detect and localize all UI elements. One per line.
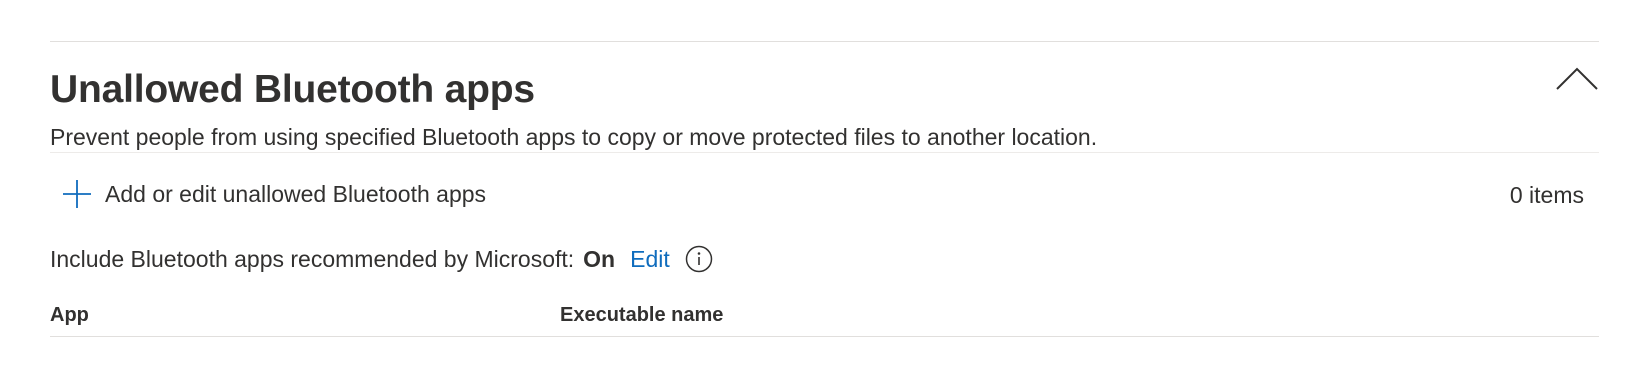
section-title: Unallowed Bluetooth apps [50,68,535,111]
chevron-up-icon [1556,67,1598,90]
section-description: Prevent people from using specified Blue… [50,124,1098,150]
description-divider [50,152,1599,153]
edit-recommended-link[interactable]: Edit [630,246,670,273]
add-edit-unallowed-apps-button[interactable]: Add or edit unallowed Bluetooth apps [62,174,486,214]
column-header-app[interactable]: App [50,304,89,327]
item-count: 0 items [1509,182,1584,208]
recommended-status: On [583,245,616,272]
collapse-section-button[interactable] [1555,64,1599,94]
apps-table-header: App Executable name [50,300,1599,337]
column-header-executable-name[interactable]: Executable name [560,304,723,327]
plus-icon [63,180,91,208]
apps-toolbar: Add or edit unallowed Bluetooth apps 0 i… [50,174,1599,214]
section-top-divider [50,41,1599,42]
add-button-label: Add or edit unallowed Bluetooth apps [105,180,487,207]
recommended-apps-setting: Include Bluetooth apps recommended by Mi… [50,241,713,277]
info-icon[interactable] [685,245,713,273]
unallowed-bluetooth-apps-section: Unallowed Bluetooth apps Prevent people … [0,0,1650,376]
recommended-label: Include Bluetooth apps recommended by Mi… [50,245,575,272]
section-header: Unallowed Bluetooth apps [50,62,1599,118]
